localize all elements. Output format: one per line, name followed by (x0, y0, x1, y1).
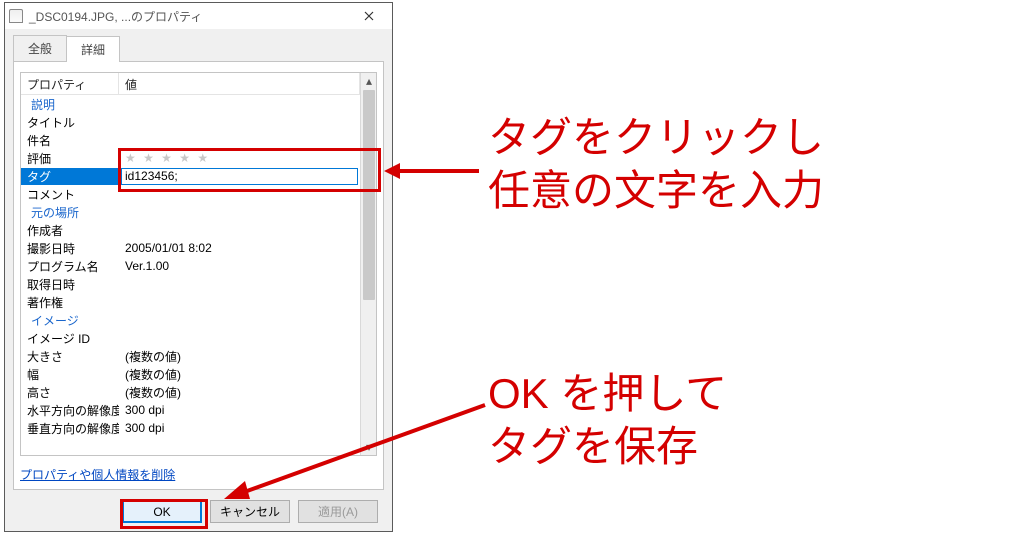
row-date-acquired[interactable]: 取得日時 (21, 275, 360, 293)
property-list-inner: プロパティ 値 説明 タイトル 件名 (21, 73, 360, 455)
scroll-thumb[interactable] (363, 90, 375, 300)
window-title: _DSC0194.JPG, ...のプロパティ (29, 8, 350, 25)
row-width[interactable]: 幅 (複数の値) (21, 365, 360, 383)
section-image: イメージ (21, 311, 360, 329)
section-description: 説明 (21, 95, 360, 113)
row-comment[interactable]: コメント (21, 185, 360, 203)
scroll-up-icon[interactable]: ▴ (361, 73, 377, 89)
properties-dialog: _DSC0194.JPG, ...のプロパティ 全般 詳細 プロパティ 値 説明 (4, 2, 393, 532)
client-area: 全般 詳細 プロパティ 値 説明 タイトル (5, 29, 392, 531)
cancel-button[interactable]: キャンセル (210, 500, 290, 523)
scroll-down-icon[interactable]: ▾ (361, 439, 377, 455)
titlebar[interactable]: _DSC0194.JPG, ...のプロパティ (5, 3, 392, 29)
header-property[interactable]: プロパティ (21, 73, 119, 94)
annotation-text-tags: タグをクリックし 任意の文字を入力 (488, 112, 824, 217)
property-list: プロパティ 値 説明 タイトル 件名 (20, 72, 377, 456)
header-value[interactable]: 値 (119, 73, 360, 94)
row-program[interactable]: プログラム名 Ver.1.00 (21, 257, 360, 275)
close-icon (364, 11, 374, 21)
row-copyright[interactable]: 著作権 (21, 293, 360, 311)
row-height[interactable]: 高さ (複数の値) (21, 383, 360, 401)
close-button[interactable] (350, 5, 388, 27)
tabstrip: 全般 詳細 (13, 35, 384, 61)
row-tags[interactable]: タグ (21, 167, 360, 185)
apply-button[interactable]: 適用(A) (298, 500, 378, 523)
tab-details[interactable]: 詳細 (66, 36, 120, 62)
list-scrollbar[interactable]: ▴ ▾ (360, 73, 376, 455)
row-dimensions[interactable]: 大きさ (複数の値) (21, 347, 360, 365)
row-vres[interactable]: 垂直方向の解像度 300 dpi (21, 419, 360, 437)
row-title[interactable]: タイトル (21, 113, 360, 131)
row-image-id[interactable]: イメージ ID (21, 329, 360, 347)
section-origin: 元の場所 (21, 203, 360, 221)
dialog-buttons: OK キャンセル 適用(A) (13, 490, 384, 523)
tab-general[interactable]: 全般 (13, 35, 67, 61)
file-icon (9, 9, 23, 23)
row-date-taken[interactable]: 撮影日時 2005/01/01 8:02 (21, 239, 360, 257)
ok-button[interactable]: OK (122, 500, 202, 523)
tab-panel-details: プロパティ 値 説明 タイトル 件名 (13, 61, 384, 490)
tags-input[interactable] (121, 168, 358, 185)
row-subject[interactable]: 件名 (21, 131, 360, 149)
annotation-arrow-tags (384, 156, 484, 186)
list-header: プロパティ 値 (21, 73, 360, 95)
annotation-text-ok: OK を押して タグを保存 (488, 368, 727, 473)
rating-stars-icon[interactable]: ★ ★ ★ ★ ★ (125, 151, 210, 165)
row-hres[interactable]: 水平方向の解像度 300 dpi (21, 401, 360, 419)
remove-properties-link[interactable]: プロパティや個人情報を削除 (20, 466, 377, 483)
row-author[interactable]: 作成者 (21, 221, 360, 239)
row-rating[interactable]: 評価 ★ ★ ★ ★ ★ (21, 149, 360, 167)
